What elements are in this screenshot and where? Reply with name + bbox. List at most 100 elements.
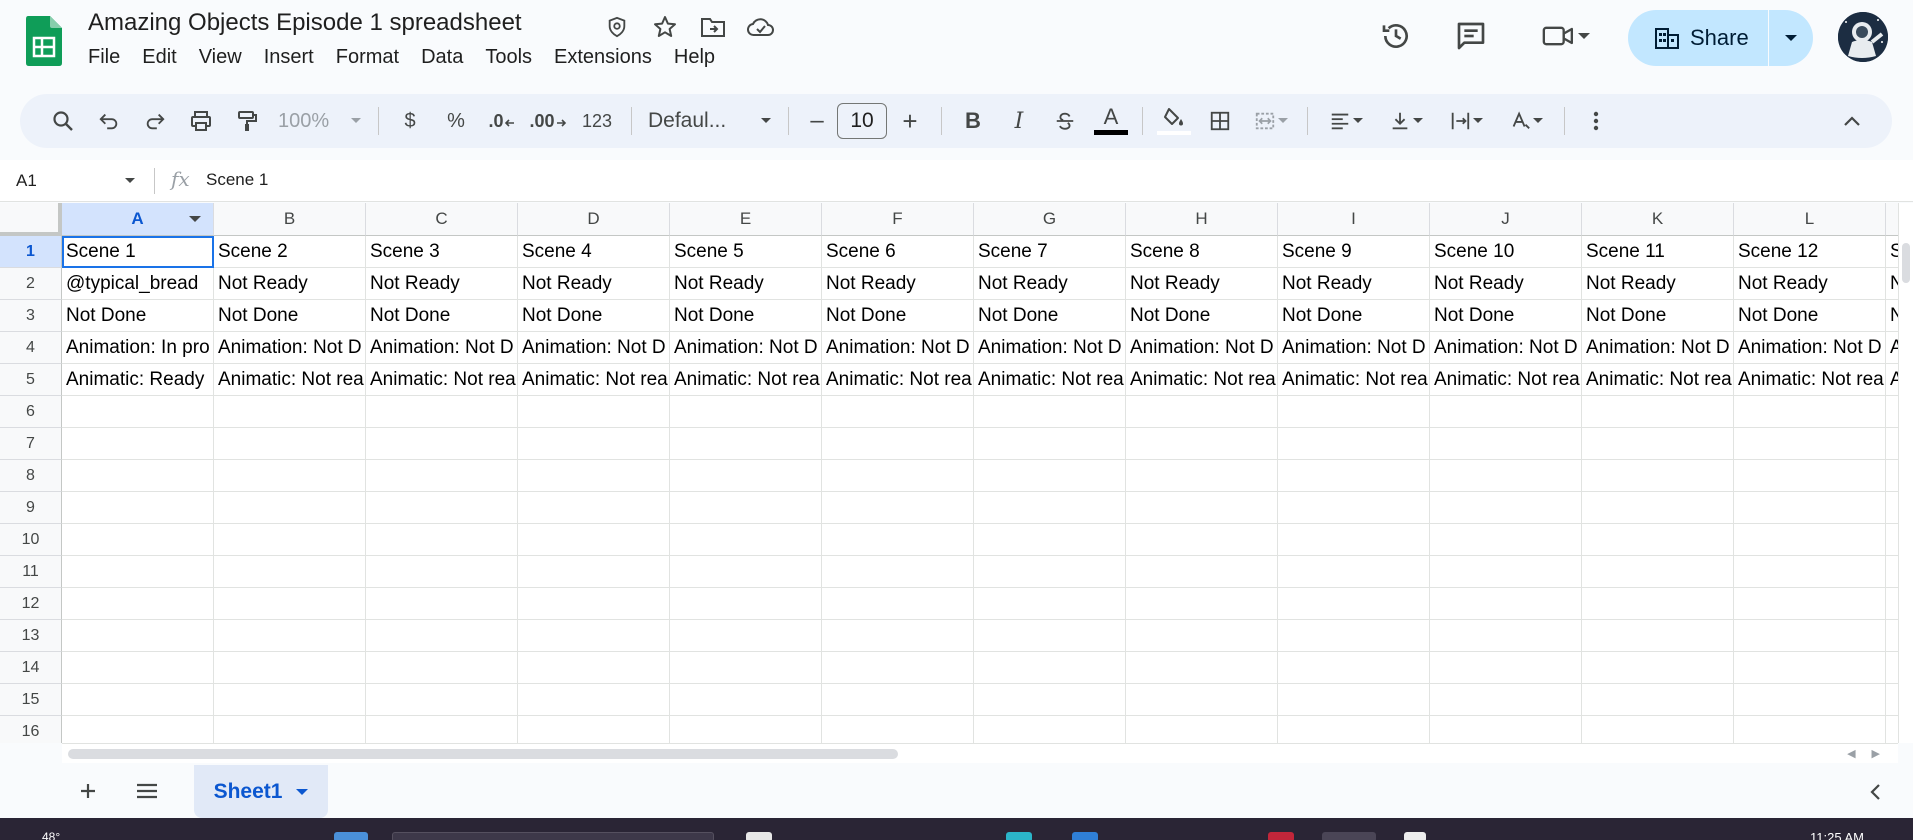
cell-d8[interactable] xyxy=(518,460,670,492)
cell-b5[interactable]: Animatic: Not rea xyxy=(214,364,366,396)
cell-i6[interactable] xyxy=(1278,396,1430,428)
cell-l2[interactable]: Not Ready xyxy=(1734,268,1886,300)
decrease-font-size-button[interactable]: – xyxy=(797,101,837,141)
cell-c9[interactable] xyxy=(366,492,518,524)
cell-d14[interactable] xyxy=(518,652,670,684)
cell-b11[interactable] xyxy=(214,556,366,588)
cell-f16[interactable] xyxy=(822,716,974,743)
column-header-f[interactable]: F xyxy=(822,203,974,236)
cell-l6[interactable] xyxy=(1734,396,1886,428)
cell-i8[interactable] xyxy=(1278,460,1430,492)
cell-d16[interactable] xyxy=(518,716,670,743)
cell-d11[interactable] xyxy=(518,556,670,588)
print-button[interactable] xyxy=(178,101,224,141)
font-select[interactable]: Defaul... xyxy=(640,101,780,141)
cell-i12[interactable] xyxy=(1278,588,1430,620)
cell-d7[interactable] xyxy=(518,428,670,460)
cell-c11[interactable] xyxy=(366,556,518,588)
italic-button[interactable]: I xyxy=(996,101,1042,141)
cell-h15[interactable] xyxy=(1126,684,1278,716)
horizontal-align-button[interactable] xyxy=(1316,101,1376,141)
shield-icon[interactable] xyxy=(600,12,634,42)
row-header-4[interactable]: 4 xyxy=(0,332,62,364)
column-header-b[interactable]: B xyxy=(214,203,366,236)
cell-b16[interactable] xyxy=(214,716,366,743)
cell-a12[interactable] xyxy=(62,588,214,620)
cell-f2[interactable]: Not Ready xyxy=(822,268,974,300)
cell-e2[interactable]: Not Ready xyxy=(670,268,822,300)
version-history-button[interactable] xyxy=(1376,16,1416,56)
cell-l7[interactable] xyxy=(1734,428,1886,460)
zoom-select[interactable]: 100% xyxy=(270,101,370,141)
cell-j6[interactable] xyxy=(1430,396,1582,428)
cell-b10[interactable] xyxy=(214,524,366,556)
cell-j10[interactable] xyxy=(1430,524,1582,556)
cell-i4[interactable]: Animation: Not D xyxy=(1278,332,1430,364)
column-header-j[interactable]: J xyxy=(1430,203,1582,236)
text-rotation-button[interactable] xyxy=(1496,101,1556,141)
document-title[interactable]: Amazing Objects Episode 1 spreadsheet xyxy=(88,9,522,37)
cell-c15[interactable] xyxy=(366,684,518,716)
cell-i3[interactable]: Not Done xyxy=(1278,300,1430,332)
cell-b13[interactable] xyxy=(214,620,366,652)
cell-k1[interactable]: Scene 11 xyxy=(1582,236,1734,268)
add-sheet-button[interactable] xyxy=(70,773,106,809)
column-header-l[interactable]: L xyxy=(1734,203,1886,236)
cell-c6[interactable] xyxy=(366,396,518,428)
row-header-14[interactable]: 14 xyxy=(0,652,62,684)
cell-h14[interactable] xyxy=(1126,652,1278,684)
cell-k11[interactable] xyxy=(1582,556,1734,588)
menu-edit[interactable]: Edit xyxy=(142,46,188,69)
cell-j8[interactable] xyxy=(1430,460,1582,492)
cell-f3[interactable]: Not Done xyxy=(822,300,974,332)
cell-c16[interactable] xyxy=(366,716,518,743)
more-formats-button[interactable]: 123 xyxy=(571,101,623,141)
more-options-button[interactable] xyxy=(1573,101,1619,141)
cell-a14[interactable] xyxy=(62,652,214,684)
cell-j16[interactable] xyxy=(1430,716,1582,743)
cell-h10[interactable] xyxy=(1126,524,1278,556)
cell-b4[interactable]: Animation: Not D xyxy=(214,332,366,364)
cell-j3[interactable]: Not Done xyxy=(1430,300,1582,332)
cell-c3[interactable]: Not Done xyxy=(366,300,518,332)
row-header-15[interactable]: 15 xyxy=(0,684,62,716)
start-icon[interactable] xyxy=(334,832,368,840)
cell-g9[interactable] xyxy=(974,492,1126,524)
cell-e14[interactable] xyxy=(670,652,822,684)
cell-h16[interactable] xyxy=(1126,716,1278,743)
column-header-h[interactable]: H xyxy=(1126,203,1278,236)
cell-l3[interactable]: Not Done xyxy=(1734,300,1886,332)
row-header-8[interactable]: 8 xyxy=(0,460,62,492)
cell-k15[interactable] xyxy=(1582,684,1734,716)
cell-g2[interactable]: Not Ready xyxy=(974,268,1126,300)
cell-d2[interactable]: Not Ready xyxy=(518,268,670,300)
cell-g13[interactable] xyxy=(974,620,1126,652)
cell-e7[interactable] xyxy=(670,428,822,460)
cell-l1[interactable]: Scene 12 xyxy=(1734,236,1886,268)
cell-k3[interactable]: Not Done xyxy=(1582,300,1734,332)
strikethrough-button[interactable] xyxy=(1042,101,1088,141)
cell-g5[interactable]: Animatic: Not rea xyxy=(974,364,1126,396)
cell-a1[interactable]: Scene 1 xyxy=(62,236,214,268)
sheets-logo-icon[interactable] xyxy=(26,16,62,66)
cell-g10[interactable] xyxy=(974,524,1126,556)
menu-help[interactable]: Help xyxy=(674,46,727,69)
cell-a9[interactable] xyxy=(62,492,214,524)
cell-e3[interactable]: Not Done xyxy=(670,300,822,332)
row-header-13[interactable]: 13 xyxy=(0,620,62,652)
cell-f14[interactable] xyxy=(822,652,974,684)
taskbar-search-input[interactable] xyxy=(392,832,714,840)
cell-b3[interactable]: Not Done xyxy=(214,300,366,332)
column-menu-chevron-icon[interactable] xyxy=(189,216,201,222)
row-header-3[interactable]: 3 xyxy=(0,300,62,332)
cloud-saved-icon[interactable] xyxy=(744,12,778,42)
cell-i11[interactable] xyxy=(1278,556,1430,588)
cell-g14[interactable] xyxy=(974,652,1126,684)
cell-b14[interactable] xyxy=(214,652,366,684)
weather-temp[interactable]: 48° xyxy=(42,830,60,840)
row-header-16[interactable]: 16 xyxy=(0,716,62,743)
cell-i2[interactable]: Not Ready xyxy=(1278,268,1430,300)
column-header-c[interactable]: C xyxy=(366,203,518,236)
cell-c5[interactable]: Animatic: Not rea xyxy=(366,364,518,396)
taskbar-app-icon[interactable] xyxy=(1072,832,1098,840)
